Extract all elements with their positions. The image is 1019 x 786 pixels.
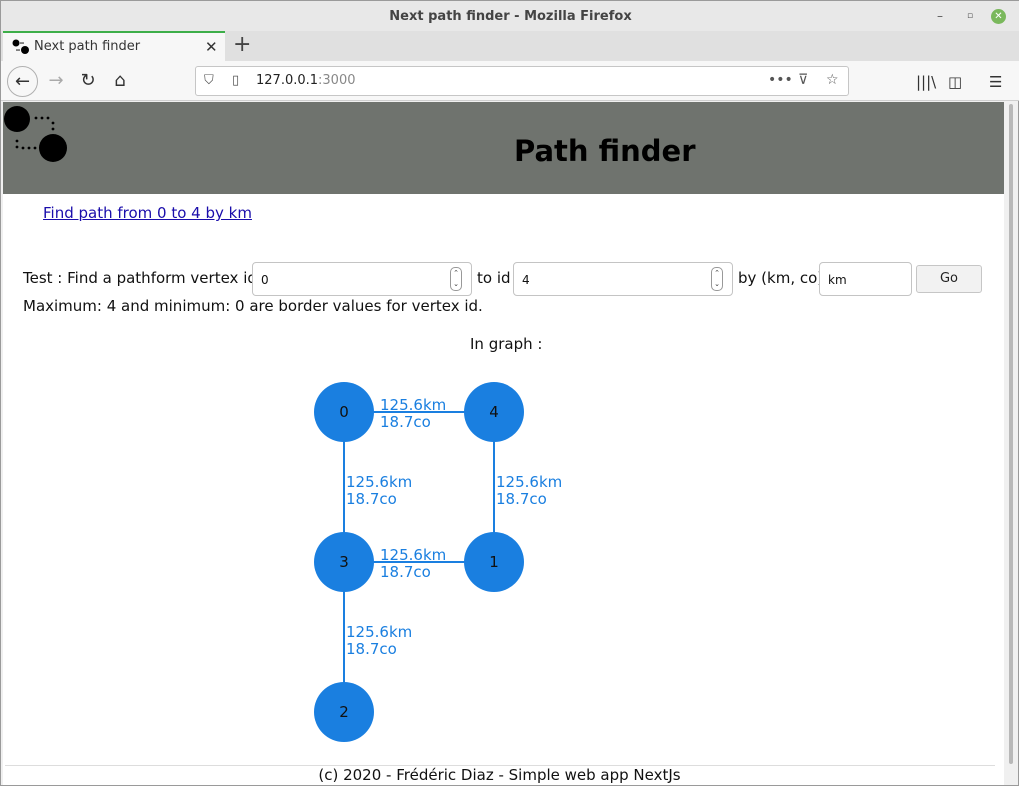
tab-label: Next path finder — [34, 39, 141, 54]
page-scrollbar[interactable] — [1005, 102, 1017, 785]
url-bar[interactable]: ⛉ ▯ 127.0.0.1:3000 ••• ⊽ ☆ — [195, 66, 849, 96]
bookmark-star-icon[interactable]: ☆ — [826, 72, 839, 88]
sidebar-icon[interactable]: ◫ — [948, 73, 962, 91]
navigation-toolbar: ← → ↻ ⌂ ⛉ ▯ 127.0.0.1:3000 ••• ⊽ ☆ |||\ … — [1, 61, 1019, 101]
site-favicon-icon — [12, 39, 29, 54]
close-window-button[interactable]: ✕ — [991, 9, 1006, 24]
menu-icon[interactable]: ☰ — [989, 73, 1002, 91]
path-graph: 0 43 12125.6km18.7co125.6km18.7co125.6km18… — [314, 382, 562, 742]
tab-close-icon[interactable]: ✕ — [205, 38, 218, 56]
edge-distance-label: 125.6km — [346, 623, 412, 641]
edge-distance-label: 125.6km — [346, 473, 412, 491]
reload-button[interactable]: ↻ — [74, 67, 102, 95]
graph-node-label: 3 — [339, 553, 349, 571]
maximize-button[interactable]: ▫ — [963, 9, 977, 23]
library-icon[interactable]: |||\ — [916, 73, 936, 91]
edge-cost-label: 18.7co — [380, 413, 431, 431]
title-bar: Next path finder - Mozilla Firefox – ▫ ✕ — [1, 1, 1019, 31]
browser-window: Next path finder - Mozilla Firefox – ▫ ✕… — [0, 0, 1019, 786]
window-title: Next path finder - Mozilla Firefox — [389, 9, 632, 24]
minimize-button[interactable]: – — [933, 9, 947, 23]
graph-node-label: 1 — [489, 553, 499, 571]
edge-distance-label: 125.6km — [380, 546, 446, 564]
graph-node-label: 0 — [339, 403, 349, 421]
graph-node-label: 4 — [489, 403, 499, 421]
edge-cost-label: 18.7co — [346, 490, 397, 508]
url-text[interactable]: 127.0.0.1:3000 — [256, 73, 356, 88]
page-info-icon[interactable]: ▯ — [232, 73, 239, 88]
tab-next-path-finder[interactable]: Next path finder ✕ — [3, 31, 225, 61]
edge-cost-label: 18.7co — [346, 640, 397, 658]
scrollbar-thumb[interactable] — [1009, 104, 1013, 764]
edge-distance-label: 125.6km — [496, 473, 562, 491]
page-actions-icon[interactable]: ••• — [768, 72, 793, 88]
pocket-icon[interactable]: ⊽ — [798, 72, 808, 88]
tracking-shield-icon[interactable]: ⛉ — [204, 73, 214, 88]
forward-button[interactable]: → — [42, 67, 70, 95]
home-button[interactable]: ⌂ — [106, 67, 134, 95]
new-tab-button[interactable]: + — [233, 32, 251, 57]
edge-distance-label: 125.6km — [380, 396, 446, 414]
back-button[interactable]: ← — [7, 66, 38, 97]
edge-cost-label: 18.7co — [496, 490, 547, 508]
tab-bar: Next path finder ✕ + — [1, 31, 1019, 61]
page-content: Path finder Find path from 0 to 4 by km … — [3, 102, 1004, 785]
graph-node-label: 2 — [339, 703, 349, 721]
footer-text: (c) 2020 - Frédéric Diaz - Simple web ap… — [318, 766, 681, 784]
edge-cost-label: 18.7co — [380, 563, 431, 581]
